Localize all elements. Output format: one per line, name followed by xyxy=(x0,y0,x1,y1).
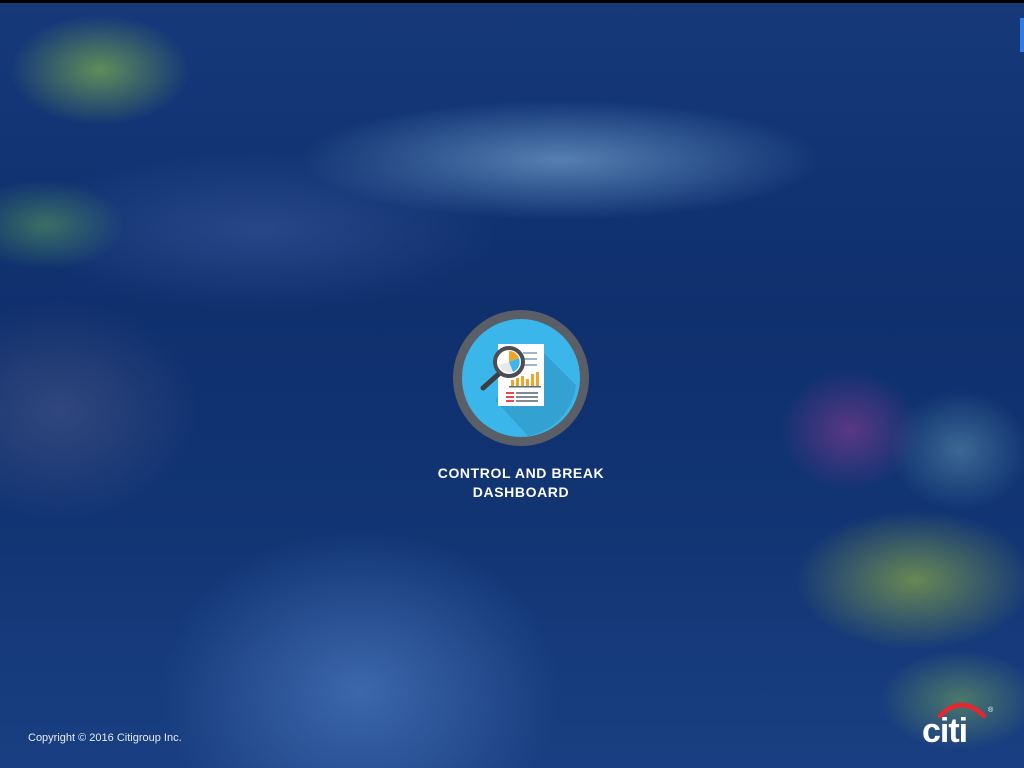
control-and-break-dashboard-tile[interactable]: CONTROL AND BREAK DASHBOARD xyxy=(421,308,621,502)
citi-logo: citi ® xyxy=(922,702,994,748)
copyright-text: Copyright © 2016 Citigroup Inc. xyxy=(28,732,182,744)
citi-logo-text: citi xyxy=(922,712,967,748)
report-magnifier-icon[interactable] xyxy=(451,308,591,448)
app-title-line-2[interactable]: DASHBOARD xyxy=(421,483,621,502)
app-title[interactable]: CONTROL AND BREAK DASHBOARD xyxy=(421,464,621,502)
top-edge-bar xyxy=(0,0,1024,3)
edge-scroll-indicator[interactable] xyxy=(1020,18,1024,52)
registered-mark: ® xyxy=(988,706,994,714)
app-title-line-1[interactable]: CONTROL AND BREAK xyxy=(421,464,621,483)
